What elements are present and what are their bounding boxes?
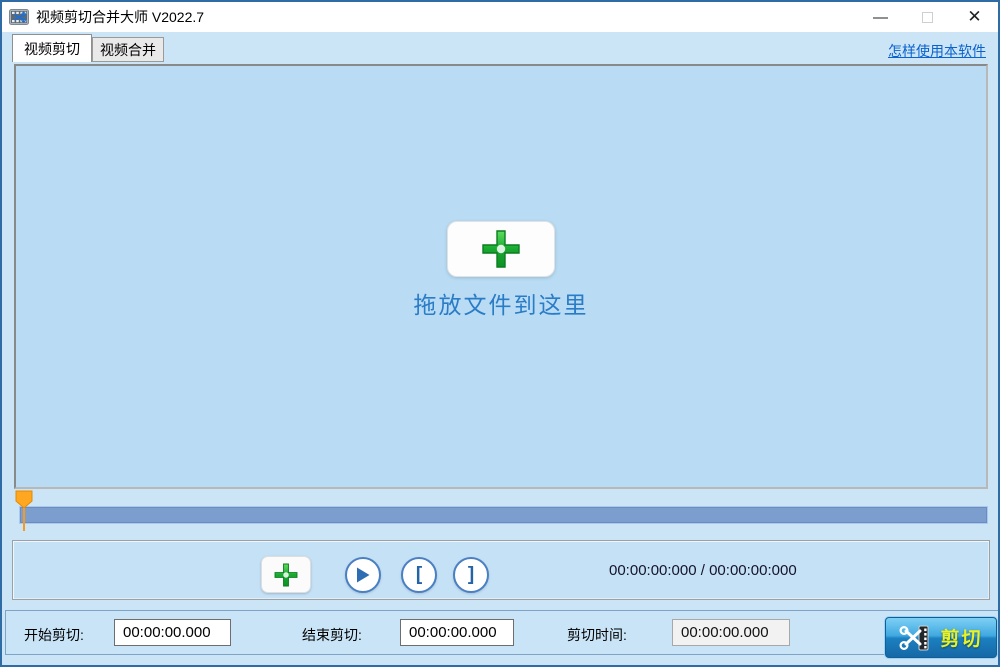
play-icon bbox=[356, 567, 370, 583]
time-display: 00:00:00:000 / 00:00:00:000 bbox=[609, 541, 797, 599]
timeline-track[interactable] bbox=[20, 507, 987, 523]
end-cut-label: 结束剪切: bbox=[302, 625, 362, 645]
cut-button-label: 剪切 bbox=[940, 624, 982, 651]
maximize-button[interactable] bbox=[904, 2, 951, 32]
drop-hint-text: 拖放文件到这里 bbox=[414, 286, 589, 320]
add-file-button[interactable] bbox=[447, 221, 555, 277]
start-cut-input[interactable] bbox=[114, 619, 231, 646]
play-button[interactable] bbox=[345, 557, 381, 593]
start-cut-label: 开始剪切: bbox=[24, 625, 84, 645]
scissors-filmstrip-icon bbox=[899, 624, 931, 652]
cut-button[interactable]: 剪切 bbox=[885, 617, 997, 658]
title-bar: 视频剪切合并大师 V2022.7 — ✕ bbox=[2, 2, 998, 32]
maximize-icon bbox=[922, 12, 933, 23]
cut-settings-bar: 开始剪切: 结束剪切: 剪切时间: 剪切 bbox=[5, 610, 999, 655]
timeline-marker[interactable] bbox=[14, 490, 34, 532]
app-icon bbox=[9, 7, 29, 27]
cut-duration-label: 剪切时间: bbox=[567, 625, 627, 645]
bracket-right-icon: ] bbox=[468, 565, 474, 584]
tab-video-merge[interactable]: 视频合并 bbox=[92, 37, 164, 62]
file-drop-zone[interactable]: 拖放文件到这里 bbox=[14, 64, 988, 489]
window-title: 视频剪切合并大师 V2022.7 bbox=[36, 7, 204, 27]
playback-controls-panel: [ ] 00:00:00:000 / 00:00:00:000 bbox=[12, 540, 990, 600]
plus-icon bbox=[272, 561, 300, 589]
close-button[interactable]: ✕ bbox=[951, 2, 998, 32]
minimize-button[interactable]: — bbox=[857, 2, 904, 32]
drop-zone-content: 拖放文件到这里 bbox=[414, 221, 589, 320]
tab-bar: 视频剪切 视频合并 怎样使用本软件 bbox=[2, 32, 998, 62]
tab-video-cut[interactable]: 视频剪切 bbox=[12, 34, 92, 62]
app-window: 视频剪切合并大师 V2022.7 — ✕ 视频剪切 视频合并 怎样使用本软件 bbox=[0, 0, 1000, 667]
add-file-button-small[interactable] bbox=[261, 556, 311, 593]
bracket-left-icon: [ bbox=[416, 565, 422, 584]
mark-start-button[interactable]: [ bbox=[401, 557, 437, 593]
help-link[interactable]: 怎样使用本软件 bbox=[888, 41, 986, 61]
cut-duration-field bbox=[672, 619, 790, 646]
plus-icon bbox=[478, 226, 524, 272]
end-cut-input[interactable] bbox=[400, 619, 514, 646]
mark-end-button[interactable]: ] bbox=[453, 557, 489, 593]
window-controls: — ✕ bbox=[857, 2, 998, 32]
